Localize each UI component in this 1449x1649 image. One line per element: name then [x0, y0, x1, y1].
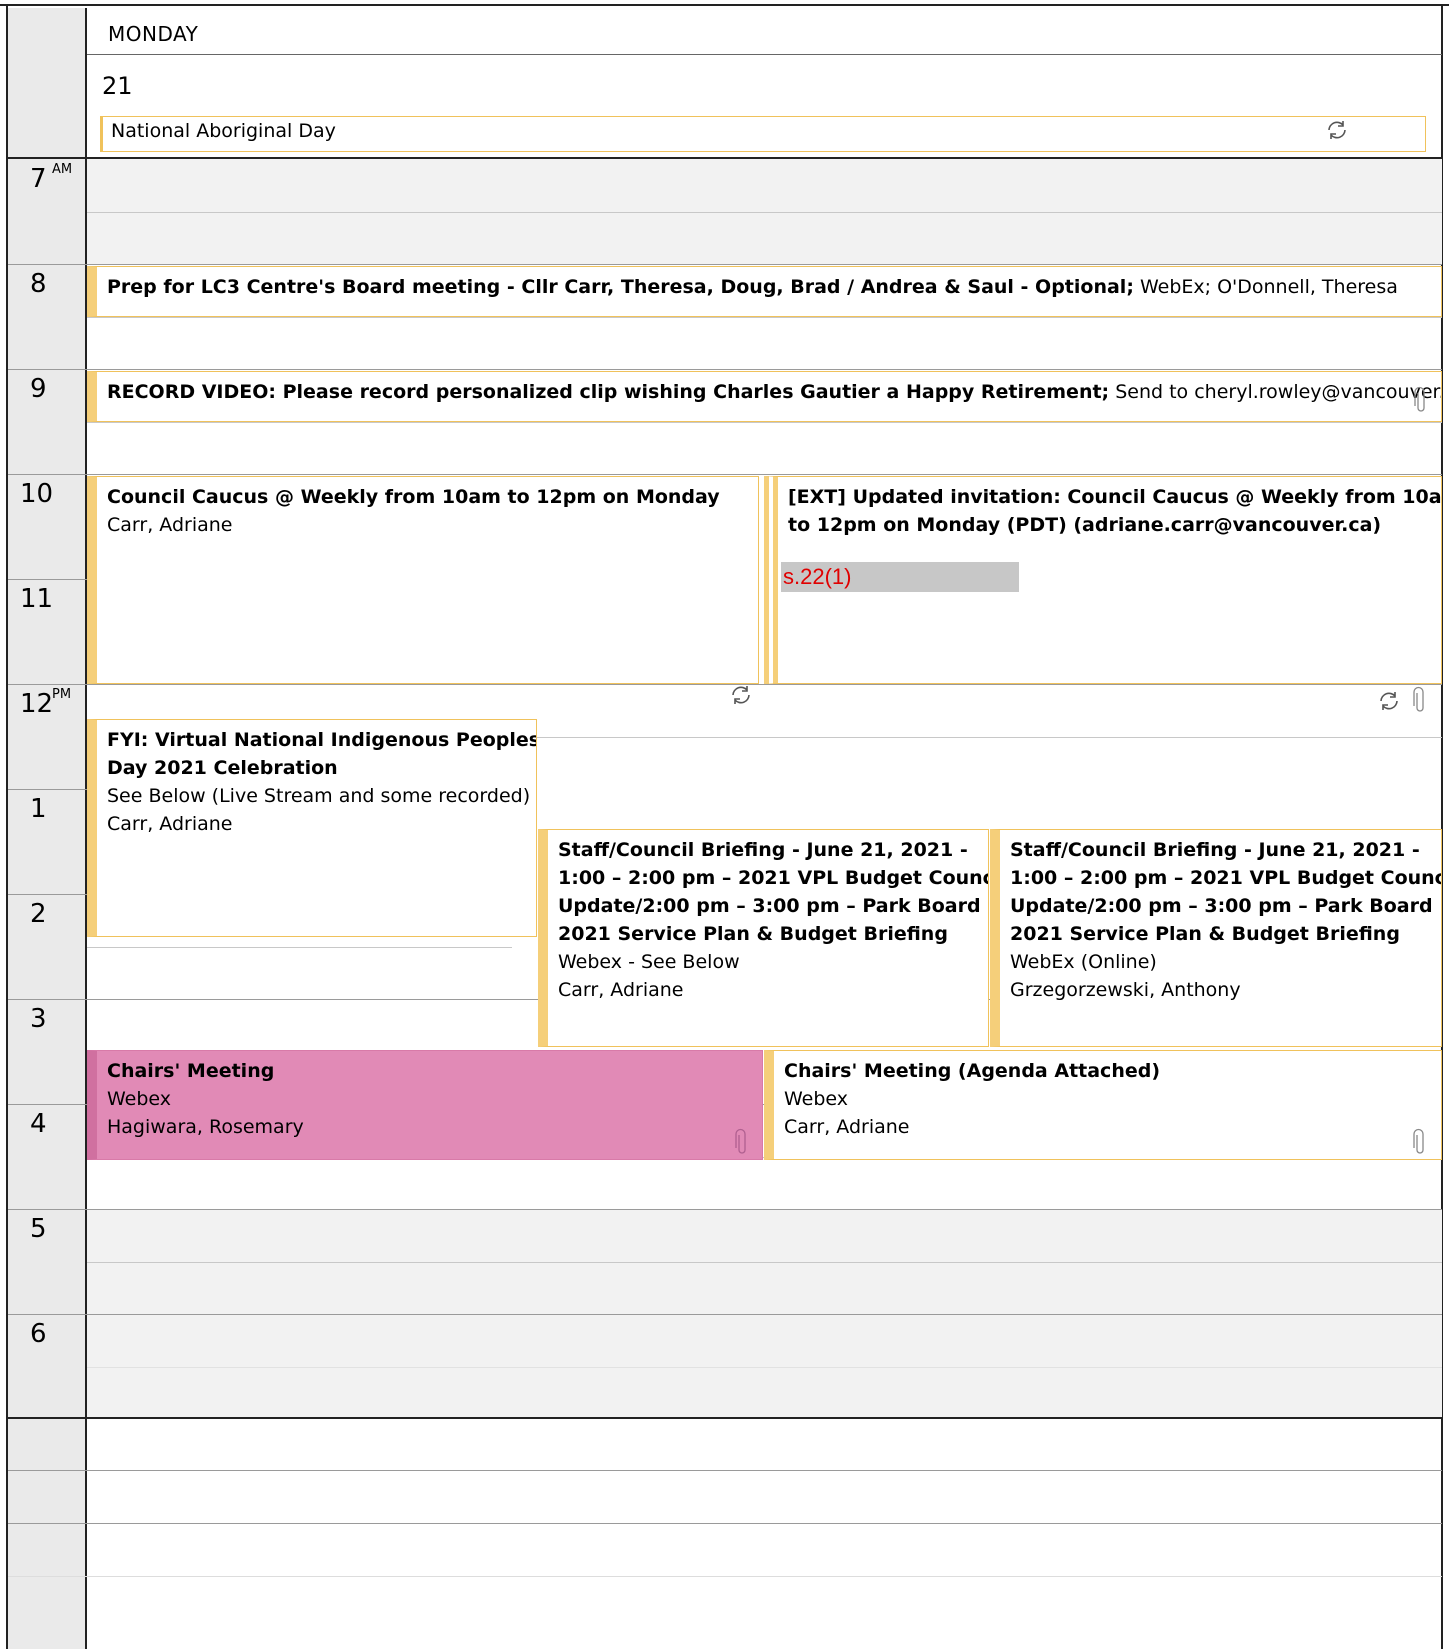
- hour-line-11: [8, 579, 87, 580]
- event-title-line3: Update/2:00 pm – 3:00 pm – Park Board: [1010, 895, 1433, 917]
- event-location: Webex - See Below: [558, 951, 740, 973]
- hour-label-7: 7: [30, 164, 47, 194]
- event-title: Chairs' Meeting: [107, 1060, 275, 1082]
- event-details: Send to cheryl.rowley@vancouver.ca or: [1115, 381, 1442, 403]
- half-hour-line: [87, 212, 1442, 213]
- all-day-event-national-aboriginal-day[interactable]: National Aboriginal Day: [100, 116, 1426, 152]
- footer-line: [8, 1576, 1442, 1577]
- event-location: See Below (Live Stream and some recorded…: [107, 785, 531, 807]
- event-chairs-meeting-a[interactable]: Chairs' Meeting Webex Hagiwara, Rosemary: [87, 1050, 763, 1160]
- paperclip-icon: [1413, 686, 1427, 714]
- event-title-line4: 2021 Service Plan & Budget Briefing: [558, 923, 948, 945]
- event-location: WebEx (Online): [1010, 951, 1157, 973]
- event-organizer: Grzegorzewski, Anthony: [1010, 979, 1241, 1001]
- hour-line-1: [8, 789, 87, 790]
- hour-line-6: [8, 1314, 1442, 1315]
- day-name: MONDAY: [108, 22, 199, 46]
- hour-label-2: 2: [30, 899, 47, 929]
- event-title-line2: to 12pm on Monday (PDT) (adriane.carr@va…: [788, 514, 1382, 536]
- header-divider: [87, 54, 1442, 55]
- event-title-line2: Day 2021 Celebration: [107, 757, 338, 779]
- hour-label-10: 10: [20, 479, 54, 509]
- half-hour-line: [87, 947, 512, 948]
- am-marker: AM: [52, 162, 73, 177]
- event-record-video[interactable]: RECORD VIDEO: Please record personalized…: [87, 371, 1442, 422]
- hour-label-3: 3: [30, 1004, 47, 1034]
- hour-line-9: [8, 369, 1442, 370]
- event-title-line1: FYI: Virtual National Indigenous Peoples: [107, 729, 537, 751]
- half-hour-line: [510, 737, 1442, 738]
- event-title-line2: 1:00 – 2:00 pm – 2021 VPL Budget Council: [1010, 867, 1442, 889]
- hour-line-8: [8, 264, 1442, 265]
- event-staff-council-briefing-a[interactable]: Staff/Council Briefing - June 21, 2021 -…: [538, 829, 989, 1047]
- recurring-icon: [1324, 117, 1350, 143]
- hour-line-5: [8, 1209, 1442, 1210]
- paperclip-icon: [1413, 1128, 1427, 1156]
- pm-marker: PM: [52, 687, 72, 702]
- paperclip-icon: [735, 1128, 749, 1156]
- half-hour-line: [87, 317, 1442, 318]
- event-lc3-prep[interactable]: Prep for LC3 Centre's Board meeting - Cl…: [87, 266, 1442, 317]
- event-organizer: Carr, Adriane: [558, 979, 684, 1001]
- time-gutter: [8, 8, 87, 1649]
- hour-line-12: [8, 684, 1442, 685]
- footer-line: [8, 1470, 1442, 1471]
- event-organizer: Carr, Adriane: [107, 813, 233, 835]
- recurring-icon: [1376, 688, 1402, 714]
- hour-label-1: 1: [30, 794, 47, 824]
- footer-line: [8, 1523, 1442, 1524]
- paperclip-icon: [1414, 386, 1428, 414]
- event-council-caucus[interactable]: Council Caucus @ Weekly from 10am to 12p…: [87, 476, 759, 684]
- day-end-divider: [8, 1417, 1442, 1419]
- hour-line-10: [8, 474, 1442, 475]
- hour-label-11: 11: [20, 584, 54, 614]
- event-title-line2: 1:00 – 2:00 pm – 2021 VPL Budget Council: [558, 867, 989, 889]
- day-number[interactable]: 21: [102, 72, 133, 100]
- hour-label-5: 5: [30, 1214, 47, 1244]
- event-location: Webex: [107, 1088, 172, 1110]
- event-title-line3: Update/2:00 pm – 3:00 pm – Park Board: [558, 895, 981, 917]
- half-hour-line: [87, 422, 1442, 423]
- hour-label-4: 4: [30, 1109, 47, 1139]
- hour-label-9: 9: [30, 374, 47, 404]
- event-fyi-indigenous-day[interactable]: FYI: Virtual National Indigenous Peoples…: [87, 719, 537, 937]
- event-title-line4: 2021 Service Plan & Budget Briefing: [1010, 923, 1400, 945]
- event-organizer: Carr, Adriane: [784, 1116, 910, 1138]
- event-title-line1: Staff/Council Briefing - June 21, 2021 -: [1010, 839, 1420, 861]
- event-title: RECORD VIDEO: Please record personalized…: [107, 381, 1110, 403]
- half-hour-line: [87, 1367, 1442, 1368]
- recurring-icon: [728, 682, 754, 708]
- event-title-line1: Staff/Council Briefing - June 21, 2021 -: [558, 839, 968, 861]
- half-hour-line: [87, 1262, 1442, 1263]
- redaction-block: s.22(1): [781, 562, 1019, 592]
- event-chairs-meeting-b[interactable]: Chairs' Meeting (Agenda Attached) Webex …: [764, 1050, 1442, 1160]
- event-location: Webex: [784, 1088, 849, 1110]
- event-title-line1: [EXT] Updated invitation: Council Caucus…: [788, 486, 1442, 508]
- hour-label-6: 6: [30, 1319, 47, 1349]
- hour-label-8: 8: [30, 269, 47, 299]
- hour-label-12: 12: [20, 689, 54, 719]
- event-details: WebEx; O'Donnell, Theresa: [1139, 276, 1398, 298]
- event-organizer: Hagiwara, Rosemary: [107, 1116, 304, 1138]
- event-staff-council-briefing-b[interactable]: Staff/Council Briefing - June 21, 2021 -…: [990, 829, 1442, 1047]
- event-organizer: Carr, Adriane: [107, 514, 233, 536]
- event-title: Chairs' Meeting (Agenda Attached): [784, 1060, 1161, 1082]
- all-day-event-title: National Aboriginal Day: [111, 120, 336, 142]
- event-title: Council Caucus @ Weekly from 10am to 12p…: [107, 486, 720, 508]
- event-title: Prep for LC3 Centre's Board meeting - Cl…: [107, 276, 1134, 298]
